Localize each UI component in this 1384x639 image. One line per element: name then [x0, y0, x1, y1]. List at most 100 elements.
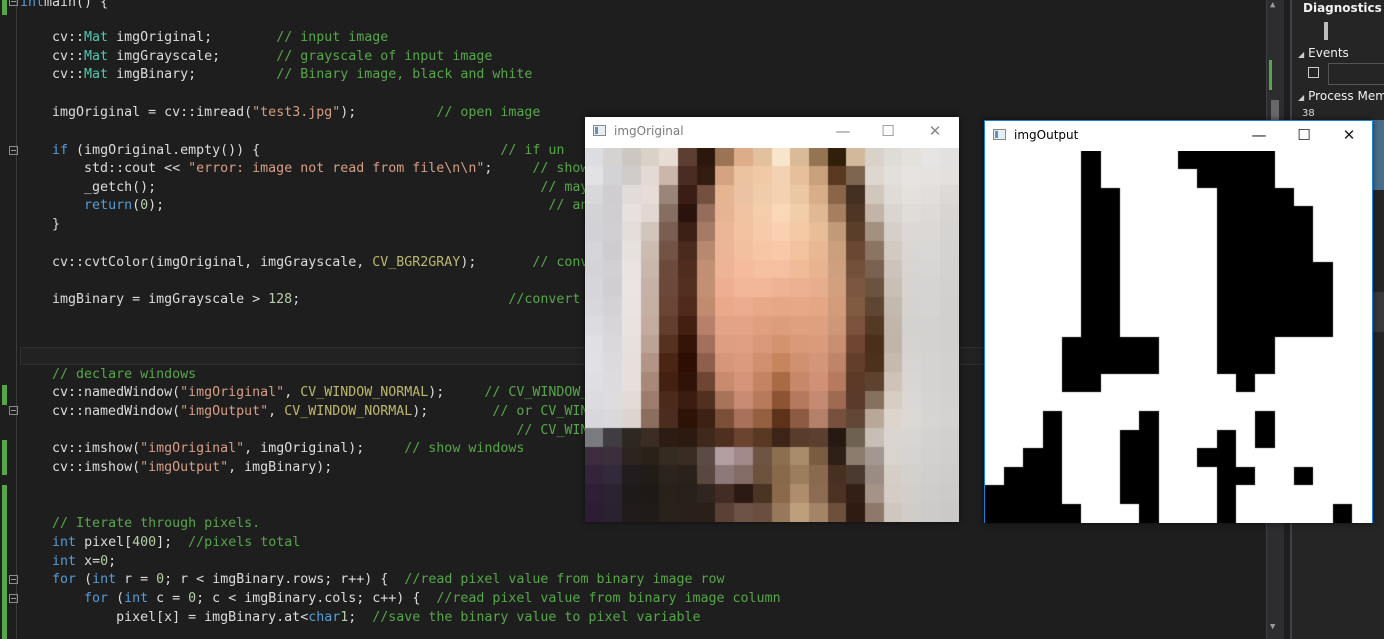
code-token: // Iterate through pixels. [52, 516, 261, 531]
scroll-down-arrow-icon[interactable]: ▼ [1270, 622, 1275, 632]
code-token: } [20, 217, 61, 232]
code-line[interactable]: if (imgOriginal.empty()) { // if un [20, 141, 564, 160]
code-token: imgOriginal; [108, 30, 277, 45]
code-token: ; [108, 554, 117, 569]
changed-line-indicator [2, 485, 7, 639]
code-token: // show [532, 161, 589, 176]
code-line[interactable]: for (int r = 0; r < imgBinary.rows; r++)… [20, 570, 725, 589]
code-line[interactable]: _getch(); // may h [20, 178, 604, 197]
code-line[interactable]: intmain() { [20, 0, 108, 12]
code-token: imgBinary = imgGrayscale > [20, 292, 269, 307]
code-token: //read pixel value from binary image col… [436, 591, 781, 606]
code-line[interactable]: cv::imshow("imgOriginal", imgOriginal); … [20, 439, 524, 458]
img-output-titlebar[interactable]: imgOutput — ☐ ✕ [985, 121, 1372, 151]
panel-scroll-region [1372, 292, 1384, 332]
code-line[interactable]: imgBinary = imgGrayscale > 128; //conver… [20, 290, 604, 309]
code-line[interactable]: return(0); // and e [20, 196, 612, 215]
close-button[interactable]: ✕ [917, 120, 953, 142]
code-token: // show windows [404, 441, 525, 456]
code-token: cv::imshow( [20, 460, 141, 475]
scrollbar-thumb[interactable] [1271, 100, 1279, 120]
code-line[interactable]: std::cout << "error: image not read from… [20, 159, 588, 178]
img-output-window-title: imgOutput [1014, 128, 1079, 142]
collapse-fold-icon[interactable] [9, 575, 18, 584]
code-line[interactable]: // Iterate through pixels. [20, 514, 260, 533]
minimize-button[interactable]: — [1241, 124, 1277, 146]
code-line[interactable]: int pixel[400]; //pixels total [20, 533, 300, 552]
code-token: ); [460, 255, 533, 270]
process-memory-label: Process Memo [1308, 89, 1384, 103]
changed-line-indicator [2, 385, 7, 405]
code-token: if [52, 143, 69, 158]
code-token: ; [292, 292, 509, 307]
code-token: ]; [156, 535, 189, 550]
code-line[interactable]: cv::Mat imgGrayscale; // grayscale of in… [20, 47, 492, 66]
code-line[interactable]: } [20, 215, 60, 234]
changed-line-indicator [2, 0, 7, 15]
code-line[interactable]: // declare windows [20, 365, 196, 384]
timeline-marker [1324, 22, 1328, 40]
code-token: std::cout << [20, 161, 189, 176]
events-track [1328, 63, 1384, 85]
code-token: r = [116, 572, 157, 587]
img-original-window[interactable]: imgOriginal — ☐ ✕ [585, 117, 959, 522]
code-token: ; r < imgBinary.rows; r++) { [164, 572, 405, 587]
img-original-titlebar[interactable]: imgOriginal — ☐ ✕ [585, 117, 959, 147]
close-button[interactable]: ✕ [1331, 124, 1367, 146]
code-line[interactable]: for (int c = 0; c < imgBinary.cols; c++)… [20, 589, 781, 608]
code-line[interactable]: cv::cvtColor(imgOriginal, imgGrayscale, … [20, 253, 596, 272]
code-line[interactable]: cv::namedWindow("imgOriginal", CV_WINDOW… [20, 383, 596, 402]
code-line[interactable]: cv::Mat imgBinary; // Binary image, blac… [20, 65, 532, 84]
code-token: pixel[x] = imgBinary.at< [20, 610, 309, 625]
code-token: , [268, 404, 285, 419]
original-image-canvas [585, 148, 959, 522]
events-section-header[interactable]: ◢ Events [1298, 46, 1349, 60]
img-output-window[interactable]: imgOutput — ☐ ✕ [984, 120, 1373, 523]
collapse-fold-icon[interactable] [9, 146, 18, 155]
break-all-icon[interactable] [1308, 67, 1319, 78]
code-token: , imgOriginal); [244, 441, 405, 456]
window-app-icon [593, 125, 606, 136]
code-line[interactable]: // CV_WINDOW [20, 421, 612, 440]
code-token: "imgOriginal" [180, 385, 285, 400]
code-token: char [308, 610, 341, 625]
code-token: ; [348, 610, 373, 625]
code-token: pixel[ [76, 535, 133, 550]
code-token: // open image [436, 105, 541, 120]
collapse-fold-icon[interactable] [9, 0, 18, 6]
code-token: cv::namedWindow( [20, 385, 181, 400]
code-line[interactable]: int x=0; [20, 552, 116, 571]
code-line[interactable]: imgOriginal = cv::imread("test3.jpg"); /… [20, 103, 540, 122]
diagnostics-session-title: Diagnostics ses [1303, 1, 1384, 15]
code-token: 0 [100, 554, 109, 569]
code-token: CV_BGR2GRAY [372, 255, 461, 270]
code-token: , [284, 385, 301, 400]
maximize-button[interactable]: ☐ [1286, 124, 1322, 146]
code-token: // if un [500, 143, 565, 158]
maximize-button[interactable]: ☐ [870, 120, 906, 142]
minimize-button[interactable]: — [825, 120, 861, 142]
code-token: cv::cvtColor(imgOriginal, imgGrayscale, [20, 255, 373, 270]
code-token: // CV_WINDOW_N [484, 385, 597, 400]
code-line[interactable]: cv::Mat imgOriginal; // input image [20, 28, 388, 47]
code-line[interactable]: cv::imshow("imgOutput", imgBinary); [20, 458, 332, 477]
process-memory-section-header[interactable]: ◢Process Memo [1298, 89, 1384, 103]
code-line[interactable]: pixel[x] = imgBinary.at<char1; //save th… [20, 608, 700, 627]
code-token: _getch(); [20, 180, 541, 195]
code-token: ( [132, 198, 141, 213]
collapse-fold-icon[interactable] [9, 594, 18, 603]
code-token: // Binary image, black and white [276, 67, 533, 82]
collapse-fold-icon[interactable] [9, 406, 18, 415]
code-token: int [20, 0, 45, 10]
scroll-up-arrow-icon[interactable]: ▲ [1270, 0, 1275, 10]
code-token: 0 [156, 572, 165, 587]
code-token: cv::namedWindow( [20, 404, 181, 419]
code-token: for [52, 572, 77, 587]
code-token: imgBinary; [108, 67, 277, 82]
code-token: 400 [132, 535, 157, 550]
